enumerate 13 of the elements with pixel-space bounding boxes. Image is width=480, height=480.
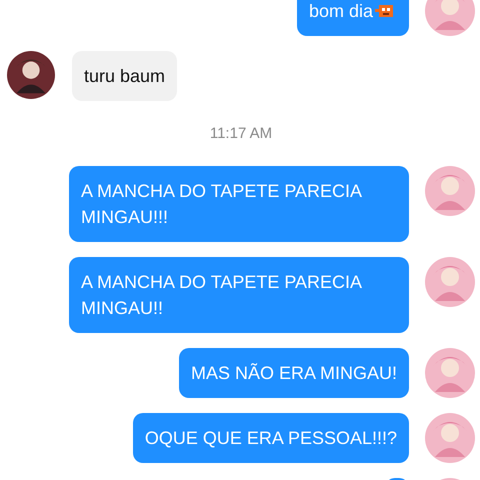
message-bubble: bom dia	[296, 0, 409, 36]
avatar	[7, 51, 55, 99]
message-bubble: OQUE QUE ERA PESSOAL!!!?	[132, 413, 409, 463]
avatar	[425, 413, 475, 463]
message-bubble: A MANCHA DO TAPETE PARECIA MINGAU!!	[69, 257, 409, 333]
message-bubble: turu baum	[72, 51, 178, 101]
message-bubble: MAS NÃO ERA MINGAU!	[178, 348, 409, 398]
message-bubble: A MANCHA DO TAPETE PARECIA MINGAU!!!	[69, 166, 409, 242]
avatar	[425, 348, 475, 398]
avatar	[425, 257, 475, 307]
avatar	[425, 0, 475, 36]
timestamp: 11:17 AM	[210, 124, 272, 144]
avatar	[425, 166, 475, 216]
